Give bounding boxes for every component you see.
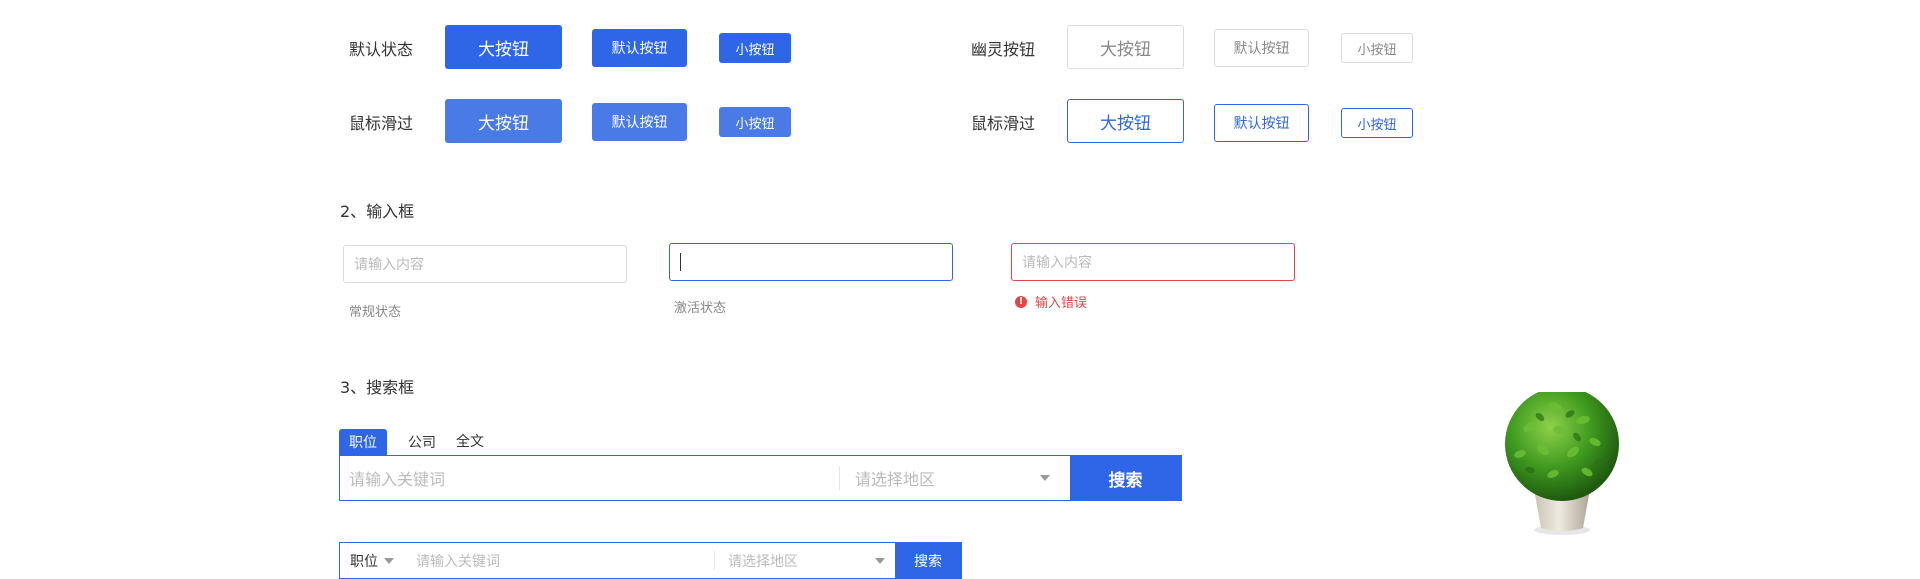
- error-text: 输入错误: [1035, 296, 1088, 311]
- tab-fulltext[interactable]: 全文: [446, 428, 494, 454]
- default-button-hover[interactable]: 默认按钮: [592, 103, 687, 141]
- region-select[interactable]: 请选择地区: [840, 456, 1070, 500]
- default-button[interactable]: 默认按钮: [592, 29, 687, 67]
- region-placeholder: 请选择地区: [855, 470, 936, 489]
- ghost-button-label: 幽灵按钮: [971, 40, 1036, 59]
- category-label: 职位: [350, 553, 378, 570]
- text-cursor: [680, 253, 681, 271]
- ghost-default-button[interactable]: 默认按钮: [1214, 29, 1309, 67]
- normal-input[interactable]: 请输入内容: [343, 245, 627, 283]
- tab-position[interactable]: 职位: [339, 429, 387, 455]
- large-button[interactable]: 大按钮: [445, 25, 562, 69]
- potted-plant-image: [1505, 392, 1619, 535]
- compact-region-placeholder: 请选择地区: [728, 553, 798, 570]
- search-section-title: 3、搜索框: [340, 378, 415, 397]
- error-input[interactable]: 请输入内容: [1011, 243, 1295, 281]
- input-section-title: 2、输入框: [340, 202, 415, 221]
- chevron-down-icon: [384, 557, 394, 564]
- tab-company[interactable]: 公司: [398, 429, 446, 455]
- small-button-hover[interactable]: 小按钮: [719, 107, 791, 137]
- chevron-down-icon: [875, 557, 885, 564]
- error-icon: !: [1015, 295, 1027, 308]
- ghost-large-button-hover[interactable]: 大按钮: [1067, 99, 1184, 143]
- active-input[interactable]: [669, 243, 953, 281]
- ghost-large-button[interactable]: 大按钮: [1067, 25, 1184, 69]
- small-button[interactable]: 小按钮: [719, 33, 791, 63]
- ghost-default-button-hover[interactable]: 默认按钮: [1214, 104, 1309, 142]
- large-button-hover[interactable]: 大按钮: [445, 99, 562, 143]
- error-message: ! 输入错误: [1015, 292, 1087, 311]
- ghost-small-button[interactable]: 小按钮: [1341, 33, 1413, 63]
- normal-state-hint: 常规状态: [349, 305, 402, 320]
- hover-state-label: 鼠标滑过: [349, 114, 414, 133]
- ghost-small-button-hover[interactable]: 小按钮: [1341, 108, 1413, 138]
- keyword-input[interactable]: 请输入关键词: [340, 456, 839, 500]
- search-box: 请输入关键词 请选择地区 搜索: [339, 455, 1182, 501]
- search-button[interactable]: 搜索: [1070, 456, 1181, 500]
- default-state-label: 默认状态: [349, 40, 414, 59]
- active-state-hint: 激活状态: [674, 301, 727, 316]
- compact-search-box: 职位 请输入关键词 请选择地区 搜索: [339, 542, 962, 579]
- ghost-hover-state-label: 鼠标滑过: [971, 114, 1036, 133]
- chevron-down-icon: [1040, 475, 1050, 481]
